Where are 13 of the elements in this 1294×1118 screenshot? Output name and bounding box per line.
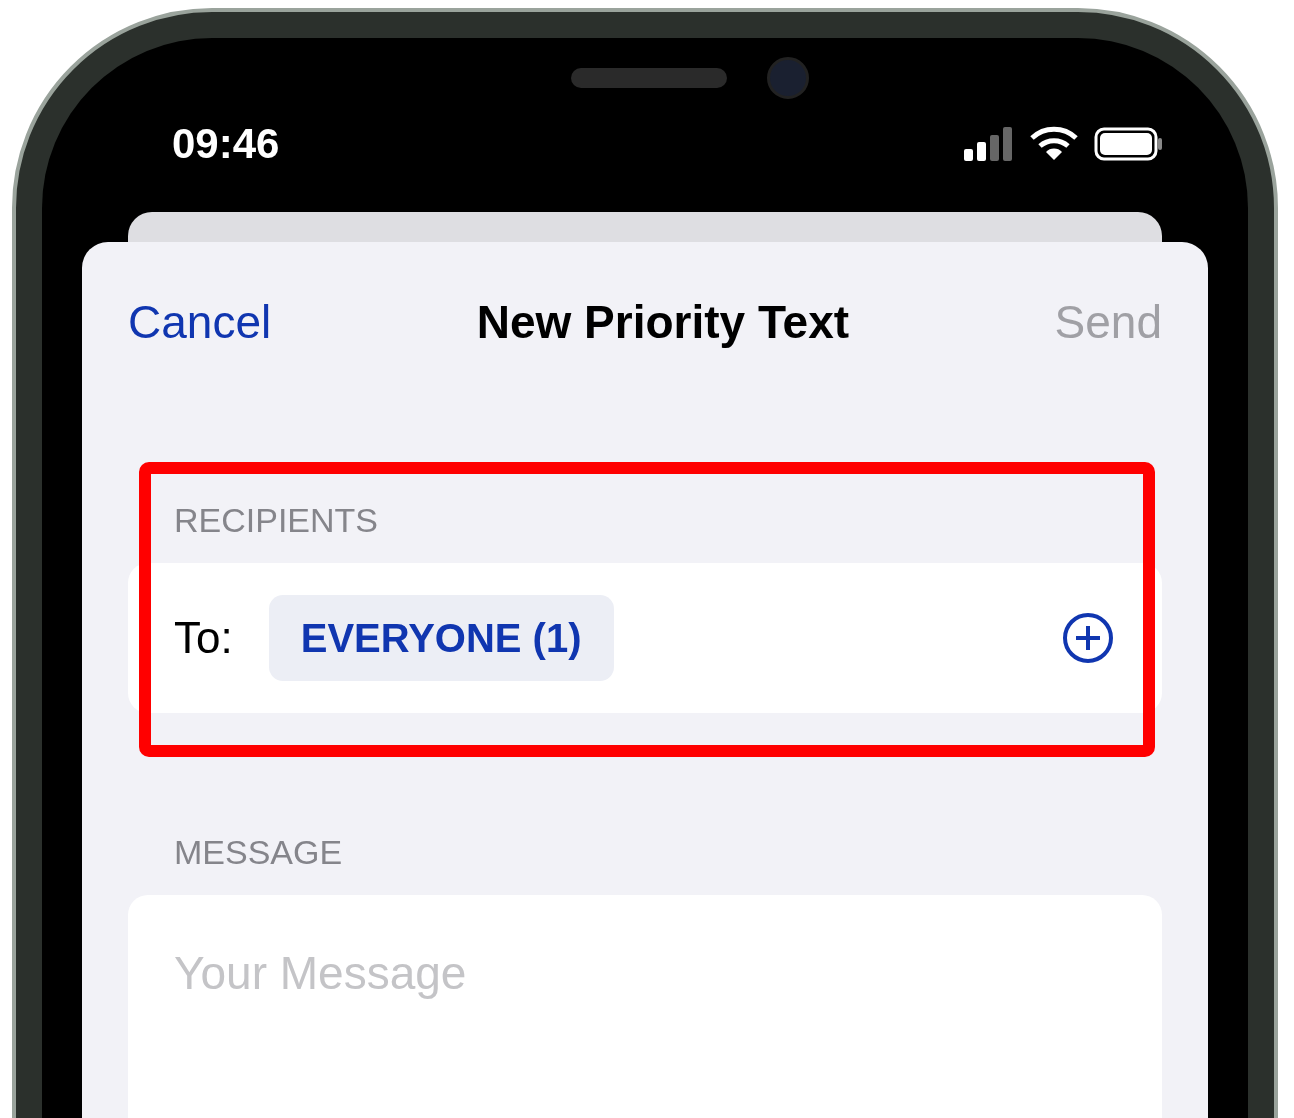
status-time: 09:46 [172,120,280,168]
cancel-button[interactable]: Cancel [128,295,272,349]
section-header: RECIPIENTS [173,500,380,541]
sheet-title: New Priority Text [476,295,850,349]
camera-lens [767,57,809,99]
battery-icon [1094,127,1164,161]
section-header: MESSAGE [173,832,344,873]
wifi-icon [1030,126,1078,162]
to-label: To: [174,613,233,663]
add-icon[interactable] [1062,612,1114,664]
signal-icon [964,127,1014,161]
message-field[interactable]: Your Message [128,895,1162,1118]
recipient-chip[interactable]: EVERYONE (1) [268,595,614,681]
